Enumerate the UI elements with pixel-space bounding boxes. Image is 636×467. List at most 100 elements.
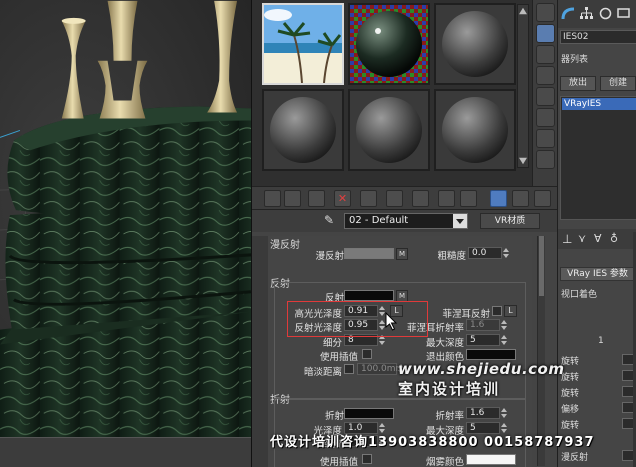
reset-map-icon[interactable]: ✕ xyxy=(334,190,351,207)
rotation-label-4: 旋转 xyxy=(561,421,580,431)
fresnel-label: 菲涅耳反射 xyxy=(442,309,490,320)
command-panel-tabs xyxy=(558,0,636,28)
sample-slot-2[interactable] xyxy=(348,3,430,85)
exit-color-swatch[interactable] xyxy=(466,349,516,360)
show-end-result-icon[interactable] xyxy=(460,190,477,207)
fog-color-swatch[interactable] xyxy=(466,454,516,465)
make-unique-icon[interactable]: ∀ xyxy=(594,232,602,245)
sample-slot-5[interactable] xyxy=(348,89,430,171)
grey-sphere-icon xyxy=(436,91,514,169)
go-forward-sibling-icon[interactable] xyxy=(512,190,529,207)
side-toolbar xyxy=(532,0,557,186)
use-interpolation-checkbox[interactable] xyxy=(362,349,372,359)
diffuse-color-swatch[interactable] xyxy=(344,248,394,259)
watermark-url: www.shejiedu.com xyxy=(398,360,565,378)
video-color-check-icon[interactable] xyxy=(536,87,555,106)
slots-scrollbar[interactable] xyxy=(517,4,529,168)
value-one-label: 1 xyxy=(598,336,604,346)
reflect-color-swatch[interactable] xyxy=(344,290,394,301)
roughness-spinner[interactable]: 0.0 xyxy=(468,247,509,259)
beach-preview-image xyxy=(264,5,342,83)
ior-spinner[interactable]: 1.6 xyxy=(466,407,507,419)
scroll-down-icon[interactable] xyxy=(519,157,527,165)
material-toolbar: ✕ xyxy=(252,186,557,210)
fresnel-ior-spinner[interactable]: 1.6 xyxy=(466,319,507,331)
vray-ies-params-rollout[interactable]: VRay IES 参数 xyxy=(560,267,635,281)
lock-fresnel-button[interactable]: L xyxy=(504,305,517,317)
eyedropper-icon[interactable]: ✎ xyxy=(324,213,338,227)
create-button[interactable]: 创建 xyxy=(600,76,636,91)
hierarchy-tab-icon[interactable] xyxy=(579,6,594,21)
modifier-list-label[interactable]: 器列表 xyxy=(561,52,588,65)
motion-tab-icon[interactable] xyxy=(598,6,613,21)
material-name-text: 02 - Default xyxy=(349,215,409,226)
assign-to-selection-icon[interactable] xyxy=(308,190,325,207)
scroll-up-icon[interactable] xyxy=(519,7,527,15)
release-button[interactable]: 放出 xyxy=(560,76,596,91)
show-end-result-icon[interactable]: ⋎ xyxy=(578,232,586,245)
diffuse-section-header[interactable]: 漫反射 xyxy=(270,236,300,251)
ior-value: 1.6 xyxy=(470,408,485,418)
select-by-material-icon[interactable] xyxy=(536,150,555,169)
max-depth-value: 5 xyxy=(470,335,476,345)
viewport-shading-label: 视口着色 xyxy=(561,290,598,300)
fresnel-checkbox[interactable] xyxy=(492,306,502,316)
refract-label: 折射 xyxy=(324,411,344,422)
viewport-status-strip xyxy=(0,437,251,467)
make-unique-icon[interactable] xyxy=(360,190,377,207)
dim-distance-checkbox[interactable] xyxy=(344,364,354,374)
subdivs-label: 细分 xyxy=(322,338,342,349)
background-checker-icon[interactable] xyxy=(536,45,555,64)
sample-slot-3[interactable] xyxy=(434,3,516,85)
modifier-stack-item[interactable]: VRayIES xyxy=(562,98,636,110)
watermark-contact: 代设计培训咨询13903838800 00158787937 xyxy=(270,435,595,450)
remove-modifier-icon[interactable]: ♁ xyxy=(610,232,618,245)
dim-distance-spinner[interactable]: 100.0mm xyxy=(357,363,404,375)
modify-tab-icon[interactable] xyxy=(561,6,576,21)
material-navigator-icon[interactable] xyxy=(534,190,551,207)
perspective-viewport[interactable] xyxy=(0,0,252,467)
make-preview-icon[interactable] xyxy=(536,108,555,127)
use-interpolation-label: 使用插值 xyxy=(319,352,358,363)
pin-stack-icon[interactable]: ⊥ xyxy=(562,232,572,246)
ior-label: 折射率 xyxy=(435,411,464,422)
roughness-label: 粗糙度 xyxy=(437,251,466,262)
offset-label: 偏移 xyxy=(561,405,580,415)
go-to-parent-icon[interactable] xyxy=(490,190,507,207)
show-in-viewport-icon[interactable] xyxy=(438,190,455,207)
refr-use-interpolation-checkbox[interactable] xyxy=(362,454,372,464)
diffuse-bottom-label: 漫反射 xyxy=(561,453,589,463)
material-type-button[interactable]: VR材质 xyxy=(480,213,540,229)
material-name-dropdown[interactable]: 02 - Default xyxy=(344,213,468,229)
modifier-stack-list[interactable]: VRayIES xyxy=(560,96,636,220)
glossiness-highlight-box xyxy=(287,301,428,337)
chevron-down-icon[interactable] xyxy=(453,214,467,228)
sample-slot-4[interactable] xyxy=(262,89,344,171)
sample-uv-icon[interactable] xyxy=(536,66,555,85)
display-tab-icon[interactable] xyxy=(616,6,631,21)
reflective-sphere-icon xyxy=(350,5,428,83)
roughness-value: 0.0 xyxy=(472,248,487,258)
object-name-field[interactable]: IES02 xyxy=(560,30,636,44)
diffuse-map-button[interactable]: M xyxy=(396,248,408,260)
put-to-scene-icon[interactable] xyxy=(284,190,301,207)
get-material-icon[interactable] xyxy=(264,190,281,207)
max-depth-spinner[interactable]: 5 xyxy=(466,334,507,346)
watermark-title: 室内设计培训 xyxy=(398,380,501,398)
grey-sphere-icon xyxy=(436,5,514,83)
sample-slot-1[interactable] xyxy=(262,3,344,85)
fog-color-label: 烟雾颜色 xyxy=(425,457,464,467)
material-id-icon[interactable] xyxy=(412,190,429,207)
rollout-gutter xyxy=(252,236,268,467)
dim-distance-label: 暗淡距离 xyxy=(303,367,342,378)
grey-sphere-icon xyxy=(264,91,342,169)
sample-slot-6[interactable] xyxy=(434,89,516,171)
put-to-library-icon[interactable] xyxy=(386,190,403,207)
mouse-cursor-icon xyxy=(385,312,398,331)
sample-type-icon[interactable] xyxy=(536,3,555,22)
refr-use-interpolation-label: 使用插值 xyxy=(319,457,358,467)
scroll-thumb[interactable] xyxy=(539,236,544,296)
backlight-icon[interactable] xyxy=(536,24,555,43)
options-icon[interactable] xyxy=(536,129,555,148)
refract-color-swatch[interactable] xyxy=(344,408,394,419)
